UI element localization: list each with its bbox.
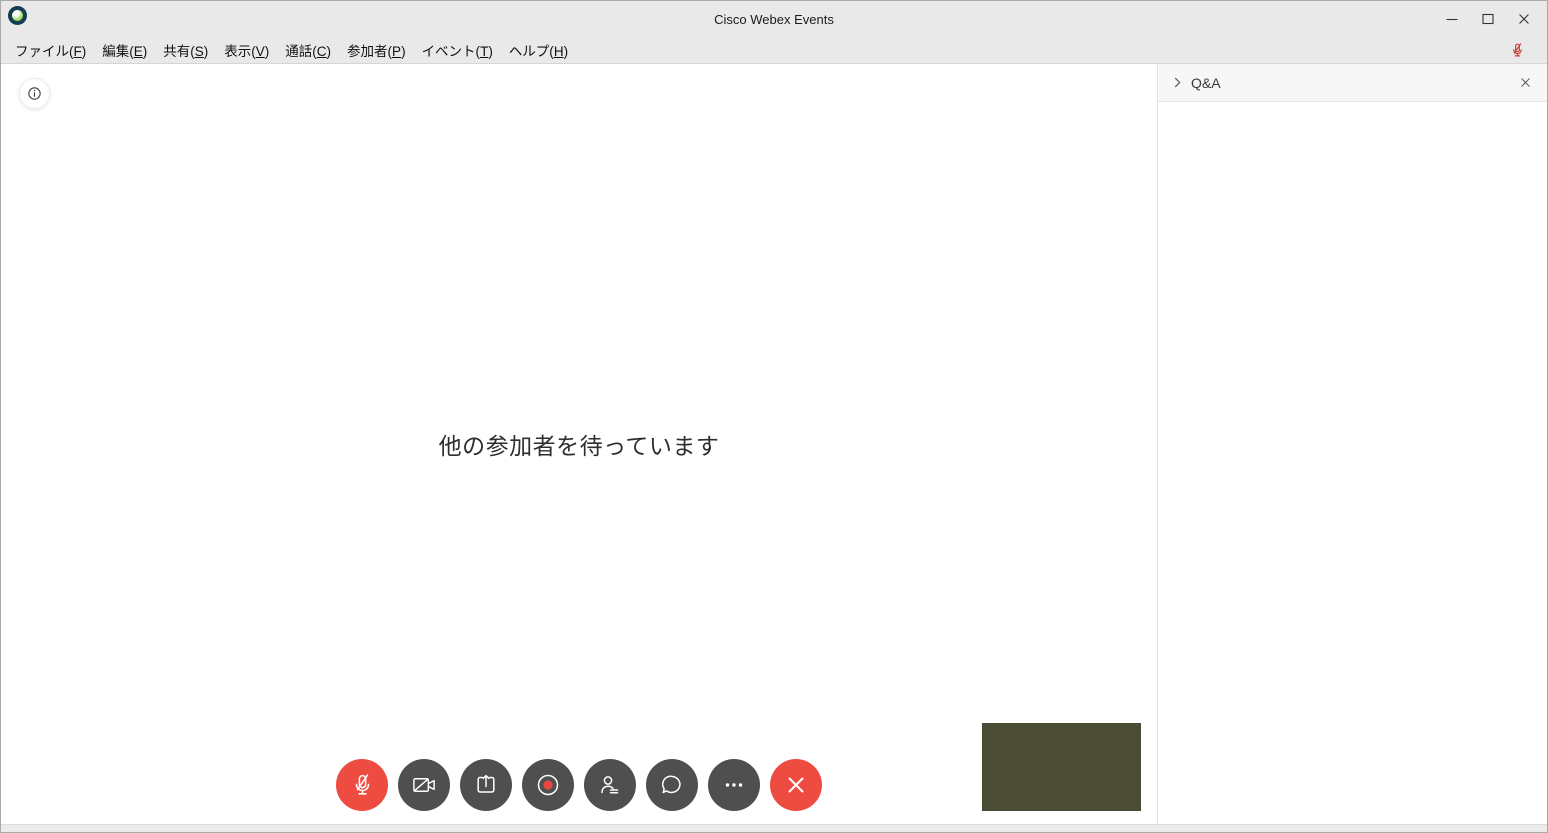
menu-item-participants[interactable]: 参加者(P): [339, 38, 414, 62]
record-icon: [535, 772, 561, 798]
video-off-button[interactable]: [398, 759, 450, 811]
waiting-message: 他の参加者を待っています: [439, 427, 720, 461]
close-window-button[interactable]: [1511, 7, 1537, 31]
menu-item-view[interactable]: 表示(V): [216, 38, 277, 62]
window-bottom-edge: [1, 824, 1547, 832]
webex-window: Cisco Webex Events ファイル(F)編集(E)共有(S)表示(V…: [0, 0, 1548, 833]
close-icon: [783, 772, 809, 798]
close-icon: [1519, 76, 1532, 89]
content-area: 他の参加者を待っています: [1, 64, 1547, 824]
window-controls: [1439, 1, 1537, 37]
qa-close-button[interactable]: [1517, 74, 1534, 91]
chat-button[interactable]: [646, 759, 698, 811]
share-content-button[interactable]: [460, 759, 512, 811]
chat-icon: [659, 772, 685, 798]
minimize-button[interactable]: [1439, 7, 1465, 31]
maximize-button[interactable]: [1475, 7, 1501, 31]
leave-event-button[interactable]: [770, 759, 822, 811]
qa-panel-body: [1158, 102, 1547, 824]
participants-button[interactable]: [584, 759, 636, 811]
minimize-icon: [1445, 12, 1459, 26]
menu-bar: ファイル(F)編集(E)共有(S)表示(V)通話(C)参加者(P)イベント(T)…: [1, 37, 1547, 64]
record-button[interactable]: [522, 759, 574, 811]
title-bar: Cisco Webex Events: [1, 1, 1547, 37]
mic-muted-icon: [350, 772, 375, 799]
chevron-right-icon: [1171, 76, 1184, 89]
menu-item-call[interactable]: 通話(C): [277, 38, 339, 62]
menu-item-share[interactable]: 共有(S): [155, 38, 216, 62]
webex-logo-icon: [8, 6, 27, 25]
ellipsis-icon: [721, 772, 747, 798]
menu-item-edit[interactable]: 編集(E): [94, 38, 155, 62]
call-controls-toolbar: [336, 759, 822, 811]
share-icon: [474, 773, 498, 797]
window-title: Cisco Webex Events: [1, 12, 1547, 27]
mic-muted-indicator-icon: [1510, 42, 1525, 59]
qa-panel-header: Q&A: [1158, 64, 1547, 102]
qa-panel-title: Q&A: [1191, 75, 1221, 91]
more-options-button[interactable]: [708, 759, 760, 811]
close-icon: [1517, 12, 1531, 26]
waiting-message-container: 他の参加者を待っています: [1, 64, 1157, 824]
qa-panel: Q&A: [1157, 64, 1547, 824]
participants-icon: [597, 772, 623, 798]
info-icon: [26, 85, 43, 102]
mute-button[interactable]: [336, 759, 388, 811]
menu-item-file[interactable]: ファイル(F): [7, 38, 94, 62]
menu-bar-items: ファイル(F)編集(E)共有(S)表示(V)通話(C)参加者(P)イベント(T)…: [7, 38, 576, 62]
meeting-stage: 他の参加者を待っています: [1, 64, 1157, 824]
menu-item-event[interactable]: イベント(T): [414, 38, 501, 62]
meeting-info-button[interactable]: [19, 78, 50, 109]
self-video-thumbnail[interactable]: [982, 723, 1141, 811]
qa-collapse-button[interactable]: [1171, 76, 1184, 89]
maximize-icon: [1481, 12, 1495, 26]
camera-off-icon: [411, 774, 438, 796]
menu-item-help[interactable]: ヘルプ(H): [501, 38, 576, 62]
